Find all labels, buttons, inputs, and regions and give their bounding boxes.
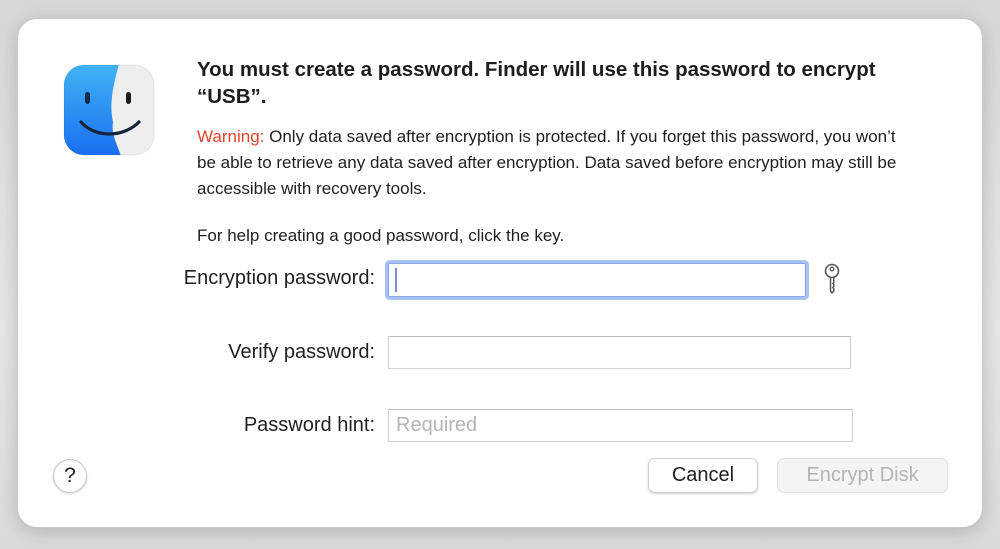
help-text: For help creating a good password, click…: [197, 226, 565, 245]
dialog-title: You must create a password. Finder will …: [197, 58, 876, 108]
encryption-password-field[interactable]: [388, 263, 806, 297]
finder-icon: [63, 64, 155, 156]
help-button[interactable]: ?: [53, 459, 87, 493]
warning-text: Only data saved after encryption is prot…: [197, 127, 897, 198]
verify-password-field[interactable]: [388, 336, 851, 369]
warning-message: Warning: Only data saved after encryptio…: [197, 124, 897, 202]
verify-password-label: Verify password:: [228, 341, 375, 363]
encrypt-disk-button[interactable]: Encrypt Disk: [777, 458, 948, 493]
cancel-button[interactable]: Cancel: [648, 458, 758, 493]
password-hint-field[interactable]: [388, 409, 853, 442]
encryption-password-label: Encryption password:: [183, 267, 375, 289]
text-caret: [395, 268, 397, 292]
warning-label: Warning:: [197, 127, 265, 146]
password-hint-label: Password hint:: [243, 414, 375, 436]
key-icon[interactable]: [820, 262, 844, 296]
